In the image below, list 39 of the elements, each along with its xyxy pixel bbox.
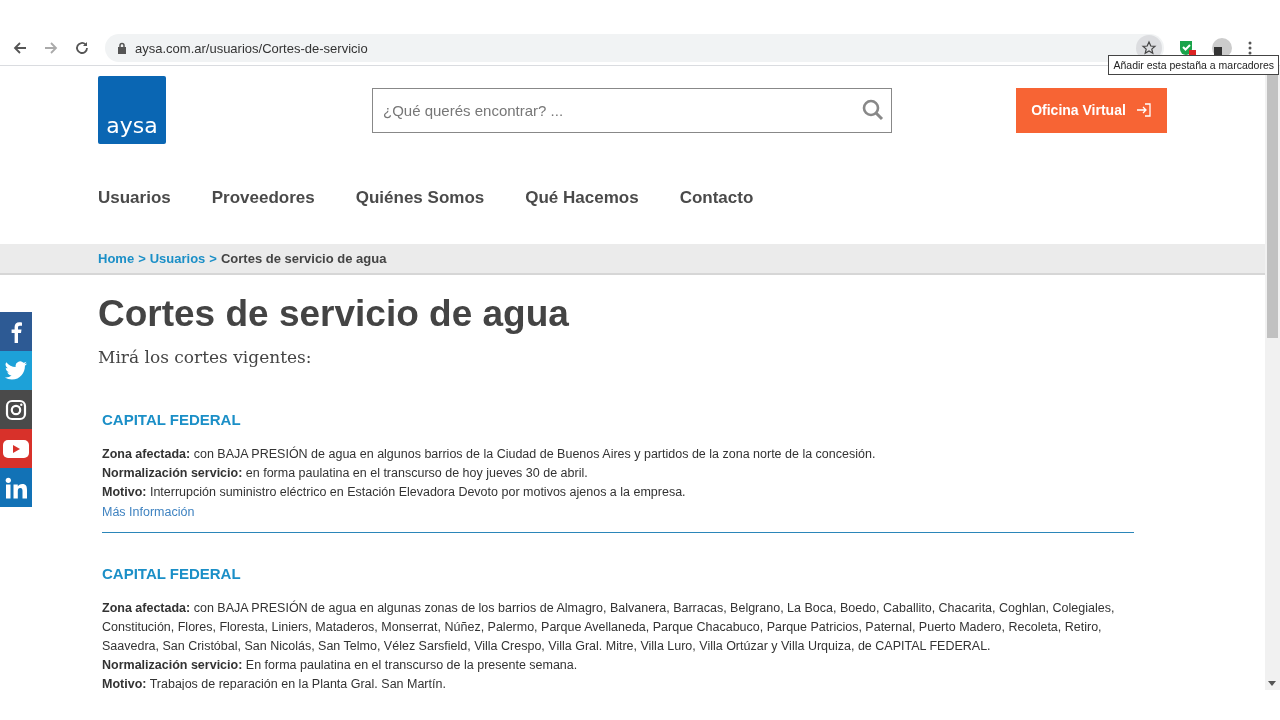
nav-link[interactable]: Contacto [679, 188, 754, 226]
region-heading: CAPITAL FEDERAL [102, 411, 242, 428]
search-icon[interactable] [862, 98, 884, 121]
back-icon[interactable] [12, 40, 28, 56]
breadcrumb-separator: > [138, 251, 146, 266]
scroll-down-icon[interactable] [1268, 681, 1276, 686]
instagram-icon [5, 398, 27, 421]
reload-icon[interactable] [74, 40, 90, 56]
instagram-button[interactable] [0, 390, 32, 429]
address-bar[interactable]: aysa.com.ar/usuarios/Cortes-de-servicio [105, 34, 1164, 62]
lock-icon [117, 42, 127, 54]
linkedin-button[interactable] [0, 468, 32, 507]
search-field[interactable]: ¿Qué querés encontrar? ... [372, 87, 892, 133]
notice-text: Motivo: Interrupción suministro eléctrico en Estación Elevadora Devoto por motivos ajenos a la empresa. [102, 484, 687, 501]
notice-text: Motivo: Trabajos de reparación en la Planta Gral. San Martín. [102, 676, 447, 690]
nav-link[interactable]: Quiénes Somos [355, 188, 485, 226]
page-title: Cortes de servicio de agua [98, 293, 570, 335]
twitter-icon [4, 360, 28, 381]
logo[interactable]: aysa [98, 76, 166, 144]
shield-icon[interactable] [1178, 39, 1196, 57]
notice-text: Normalización servicio: en forma paulatina en el transcurso de hoy jueves 30 de abril. [102, 465, 589, 482]
notice-text: Normalización servicio: En forma paulatina en el transcurso de la presente semana. [102, 657, 579, 674]
more-info-link[interactable]: Más Información [102, 503, 195, 522]
nav-link[interactable]: Qué Hacemos [525, 188, 639, 226]
notice-text: Zona afectada: con BAJA PRESIÓN de agua en algunas zonas de los barrios de Almagro, Balvanera, Barracas, Belgrano, La Boca, Boedo, Caballito, Chacarita, Coghlan, Colegiales, Constitución, Flores, Floresta, Liniers, Mataderos, Monserrat, Núñez, Palermo, Parque Avellaneda, Parque Chacabuco, Parque Patricios, Paternal, Puerto Madero, Recoleta, Retiro, Saavedra, San Cristóbal, San Nicolás, San Telmo, Vélez Sarsfield, Villa Crespo, Villa Gral. Mitre, Villa Luro, Villa Ortúzar y Villa Urquiza, de CAPITAL FEDERAL. [102, 599, 1116, 655]
youtube-icon [3, 439, 29, 458]
facebook-button[interactable] [0, 312, 32, 351]
breadcrumb-current: Cortes de servicio de agua [220, 251, 387, 266]
menu-icon[interactable] [1248, 41, 1252, 55]
tooltip: Añadir esta pestaña a marcadores [1108, 55, 1279, 75]
youtube-button[interactable] [0, 429, 32, 468]
region-heading: CAPITAL FEDERAL [102, 565, 242, 582]
login-icon [1135, 102, 1152, 118]
breadcrumb-separator: > [209, 251, 217, 266]
nav-link[interactable]: Usuarios [98, 188, 171, 226]
notice-text: Zona afectada: con BAJA PRESIÓN de agua en algunos barrios de la Ciudad de Buenos Aires y partidos de la zona norte de la concesión. [102, 445, 877, 463]
nav-link[interactable]: Proveedores [211, 188, 315, 226]
page-subtitle: Mirá los cortes vigentes: [98, 347, 313, 367]
linkedin-icon [5, 476, 27, 499]
